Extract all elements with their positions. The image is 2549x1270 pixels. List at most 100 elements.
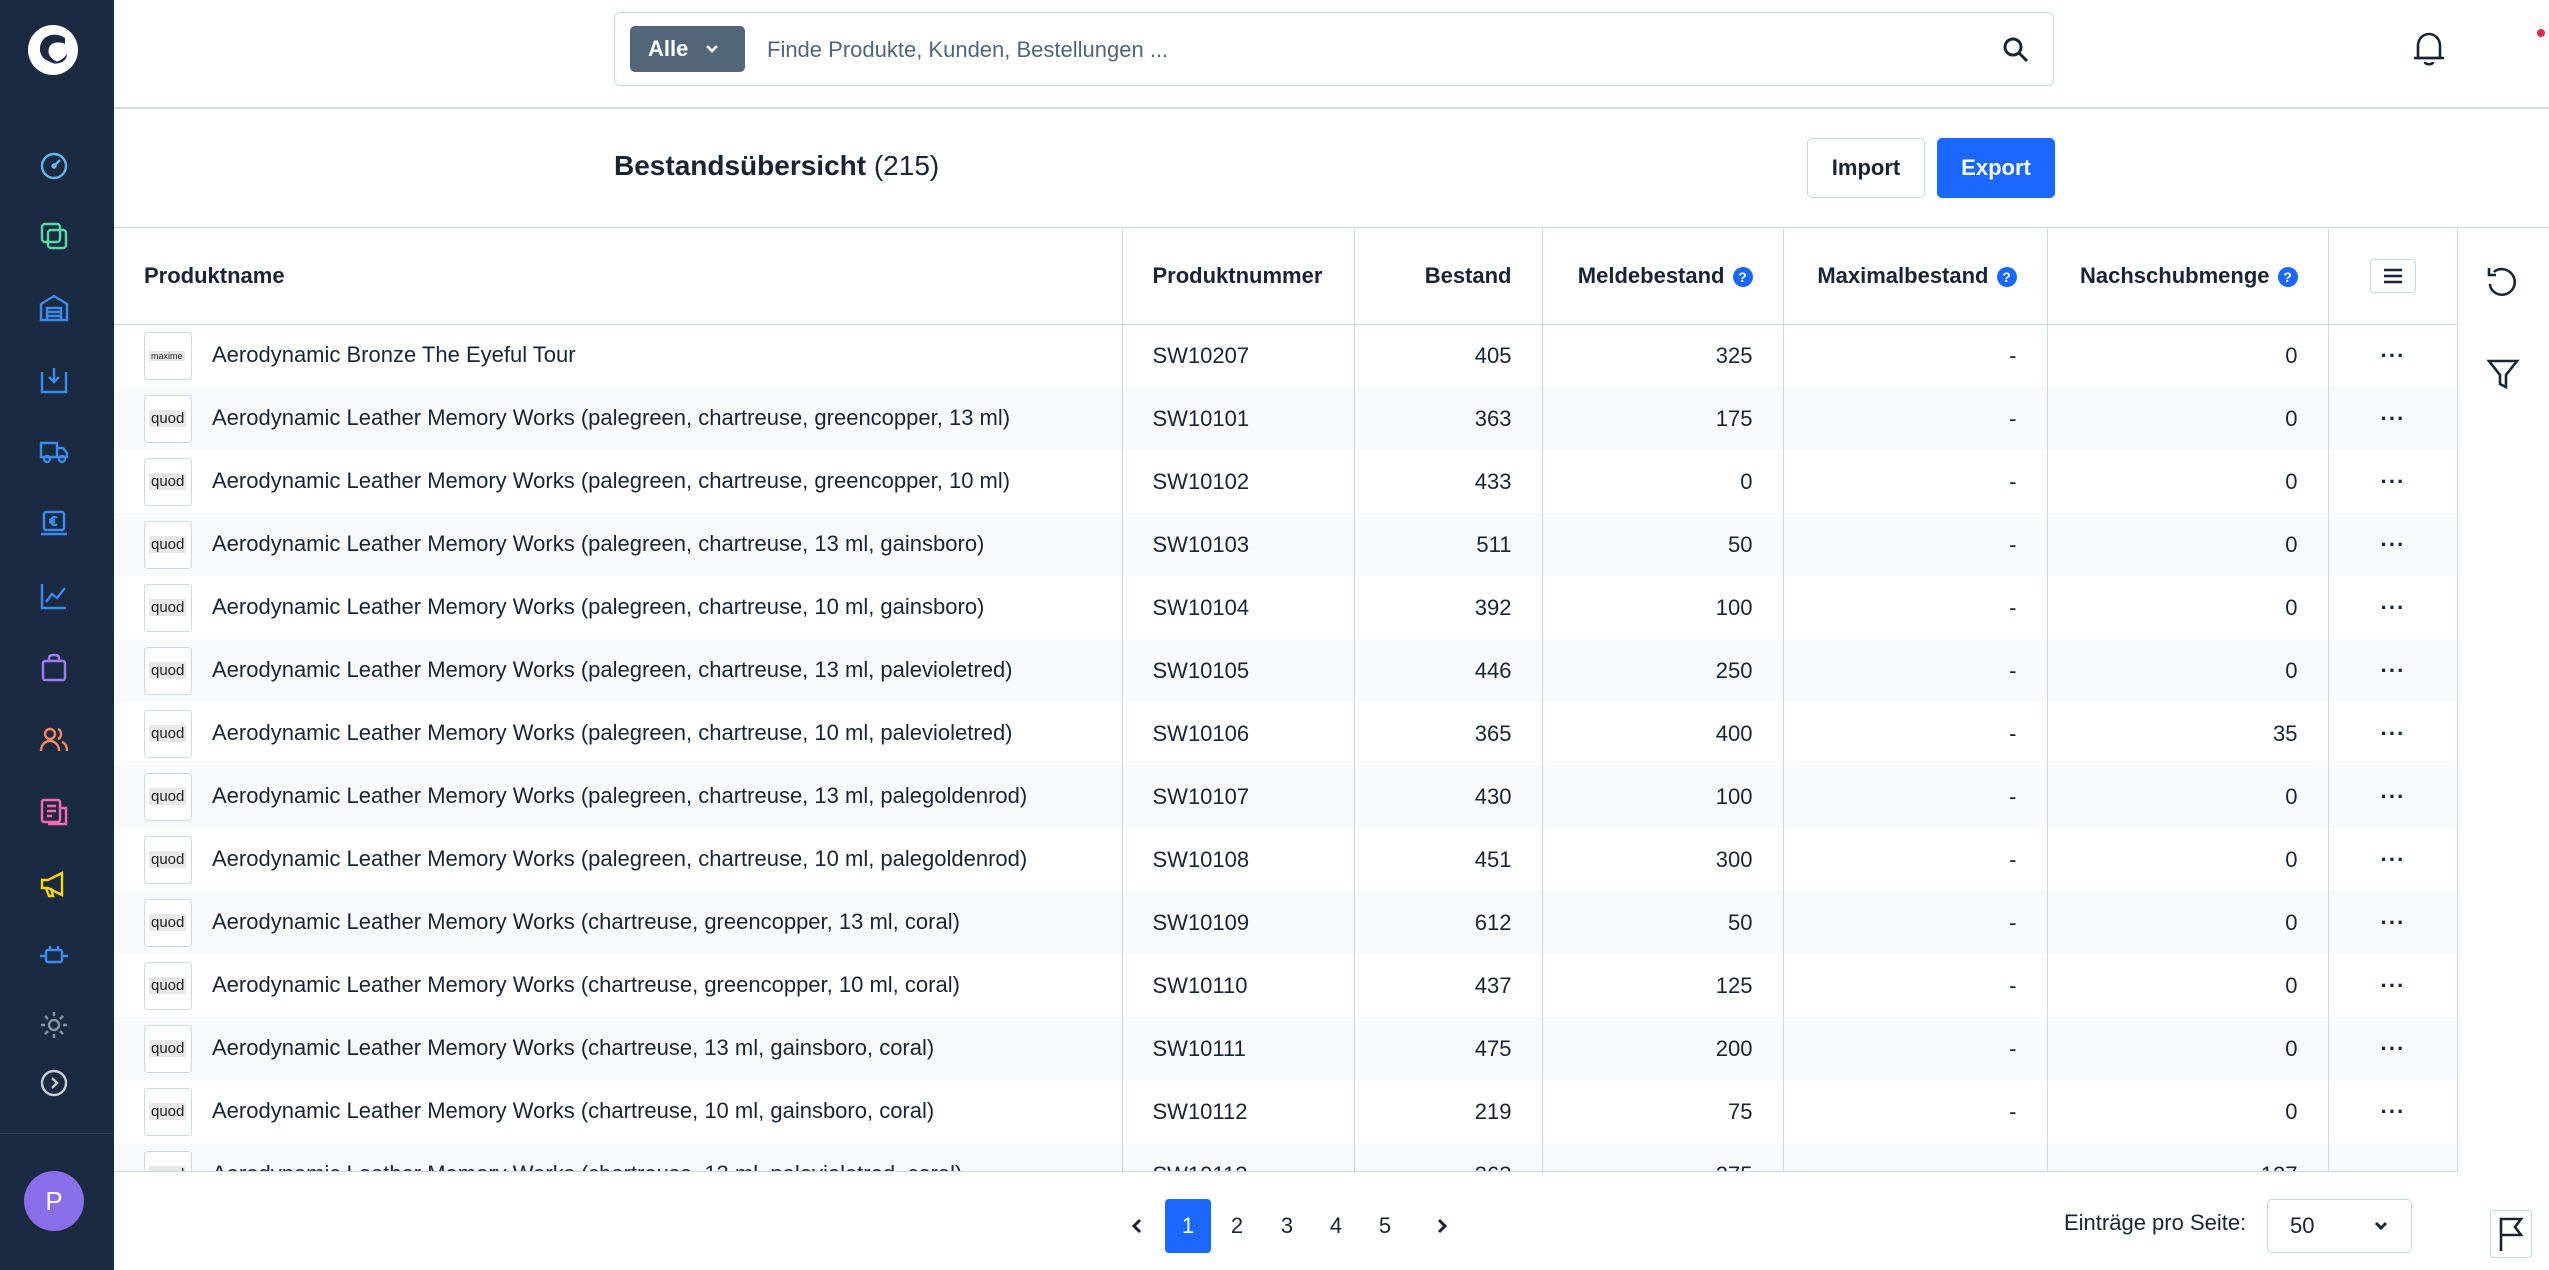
product-name-cell[interactable]: quod Aerodynamic Leather Memory Works (ch… [114,954,1123,1017]
page-button-4[interactable]: 4 [1313,1199,1359,1253]
next-page-button[interactable] [1419,1199,1465,1253]
table-row[interactable]: quod Aerodynamic Leather Memory Works (pa… [114,576,2457,639]
reorder-qty-cell: 127 [2047,1143,2329,1171]
max-stock-cell: - [1783,828,2048,891]
more-actions-icon[interactable]: ··· [2381,721,2406,746]
column-header-stock[interactable]: Bestand [1354,229,1543,325]
product-name-cell[interactable]: quod Aerodynamic Leather Memory Works (pa… [114,576,1123,639]
table-row[interactable]: quod Aerodynamic Leather Memory Works (pa… [114,513,2457,576]
search-input[interactable] [767,28,1947,72]
min-stock-cell: 100 [1542,765,1784,828]
product-name-cell[interactable]: quod Aerodynamic Leather Memory Works (pa… [114,765,1123,828]
min-stock-cell: 50 [1542,513,1784,576]
inventory-icon[interactable] [37,363,71,397]
product-count: (215) [873,150,940,181]
column-header-product-name[interactable]: Produktname [114,229,1123,325]
product-name-cell[interactable]: quod Aerodynamic Leather Memory Works (ch… [114,1017,1123,1080]
column-header-product-number[interactable]: Produktnummer [1122,229,1355,325]
import-button[interactable]: Import [1807,138,1925,198]
per-page-value: 50 [2290,1213,2315,1238]
shipping-truck-icon[interactable] [37,434,71,468]
feedback-flag-button[interactable] [2490,1210,2532,1258]
page-button-3[interactable]: 3 [1264,1199,1310,1253]
product-name-cell[interactable]: quod Aerodynamic Leather Memory Works (ch… [114,1143,1123,1171]
table-row[interactable]: quod Aerodynamic Leather Memory Works (ch… [114,954,2457,1017]
product-name-cell[interactable]: maxime Aerodynamic Bronze The Eyeful Tour [114,324,1123,387]
info-icon[interactable]: ? [2277,267,2298,288]
statistics-icon[interactable] [37,579,71,613]
table-row[interactable]: quod Aerodynamic Leather Memory Works (pa… [114,765,2457,828]
product-name: Aerodynamic Leather Memory Works (palegr… [212,593,985,619]
product-name-cell[interactable]: quod Aerodynamic Leather Memory Works (pa… [114,513,1123,576]
column-settings-button[interactable] [2370,259,2416,294]
more-actions-icon[interactable]: ··· [2381,532,2406,557]
user-avatar[interactable]: P [24,1171,84,1231]
stock-cell: 451 [1354,828,1543,891]
row-actions-cell: ··· [2328,1143,2457,1172]
table-row[interactable]: quod Aerodynamic Leather Memory Works (ch… [114,1143,2457,1172]
product-number-cell: SW10113 [1122,1143,1355,1171]
product-name: Aerodynamic Leather Memory Works (palegr… [212,467,1011,493]
more-actions-icon[interactable]: ··· [2381,406,2406,431]
catalogue-icon[interactable] [37,219,71,253]
table-row[interactable]: quod Aerodynamic Leather Memory Works (ch… [114,1080,2457,1143]
column-header-min-stock[interactable]: Meldebestand? [1542,229,1784,325]
settings-gear-icon[interactable] [37,1008,71,1042]
more-actions-icon[interactable]: ··· [2381,1036,2406,1061]
extensions-plug-icon[interactable] [37,939,71,973]
customers-icon[interactable] [37,723,71,757]
notification-bell-icon[interactable] [2410,28,2448,68]
product-name-cell[interactable]: quod Aerodynamic Leather Memory Works (pa… [114,702,1123,765]
refresh-icon[interactable] [2484,263,2522,301]
table-row[interactable]: quod Aerodynamic Leather Memory Works (pa… [114,639,2457,702]
info-icon[interactable]: ? [1996,267,2017,288]
table-row[interactable]: quod Aerodynamic Leather Memory Works (ch… [114,1017,2457,1080]
more-actions-icon[interactable]: ··· [2381,343,2406,368]
table-row[interactable]: quod Aerodynamic Leather Memory Works (ch… [114,891,2457,954]
product-name-cell[interactable]: quod Aerodynamic Leather Memory Works (pa… [114,450,1123,513]
per-page-select[interactable]: 50 [2267,1199,2412,1253]
filter-icon[interactable] [2484,355,2522,393]
finance-icon[interactable] [37,507,71,541]
shopware-logo[interactable] [27,24,79,76]
column-header-label: Maximalbestand [1817,263,1989,289]
product-name-cell[interactable]: quod Aerodynamic Leather Memory Works (pa… [114,828,1123,891]
page-button-2[interactable]: 2 [1214,1199,1260,1253]
more-actions-icon[interactable]: ··· [2381,1162,2406,1172]
more-actions-icon[interactable]: ··· [2381,1099,2406,1124]
more-actions-icon[interactable]: ··· [2381,847,2406,872]
table-row[interactable]: maxime Aerodynamic Bronze The Eyeful Tour… [114,324,2457,387]
orders-bag-icon[interactable] [37,651,71,685]
table-row[interactable]: quod Aerodynamic Leather Memory Works (pa… [114,702,2457,765]
more-actions-icon[interactable]: ··· [2381,784,2406,809]
page-button-5[interactable]: 5 [1362,1199,1408,1253]
more-actions-icon[interactable]: ··· [2381,595,2406,620]
search-icon[interactable] [2001,35,2031,65]
info-icon[interactable]: ? [1732,267,1753,288]
more-actions-icon[interactable]: ··· [2381,658,2406,683]
more-actions-icon[interactable]: ··· [2381,910,2406,935]
expand-sidebar-icon[interactable] [37,1066,71,1100]
export-button[interactable]: Export [1937,138,2055,198]
product-name-cell[interactable]: quod Aerodynamic Leather Memory Works (ch… [114,1080,1123,1143]
dashboard-icon[interactable] [37,148,71,182]
more-actions-icon[interactable]: ··· [2381,973,2406,998]
product-name-cell[interactable]: quod Aerodynamic Leather Memory Works (pa… [114,639,1123,702]
search-type-dropdown[interactable]: Alle [630,26,745,72]
more-actions-icon[interactable]: ··· [2381,469,2406,494]
reorder-qty-cell: 0 [2047,954,2329,1017]
product-name-cell[interactable]: quod Aerodynamic Leather Memory Works (pa… [114,387,1123,450]
product-name-cell[interactable]: quod Aerodynamic Leather Memory Works (ch… [114,891,1123,954]
column-header-reorder-qty[interactable]: Nachschubmenge? [2047,229,2329,325]
content-icon[interactable] [37,795,71,829]
warehouse-icon[interactable] [37,291,71,325]
marketing-megaphone-icon[interactable] [37,867,71,901]
table-row[interactable]: quod Aerodynamic Leather Memory Works (pa… [114,828,2457,891]
stock-cell: 363 [1354,387,1543,450]
table-row[interactable]: quod Aerodynamic Leather Memory Works (pa… [114,387,2457,450]
prev-page-button[interactable] [1114,1199,1160,1253]
table-row[interactable]: quod Aerodynamic Leather Memory Works (pa… [114,450,2457,513]
page-button-1[interactable]: 1 [1165,1199,1211,1253]
stock-cell: 219 [1354,1080,1543,1143]
column-header-max-stock[interactable]: Maximalbestand? [1783,229,2048,325]
